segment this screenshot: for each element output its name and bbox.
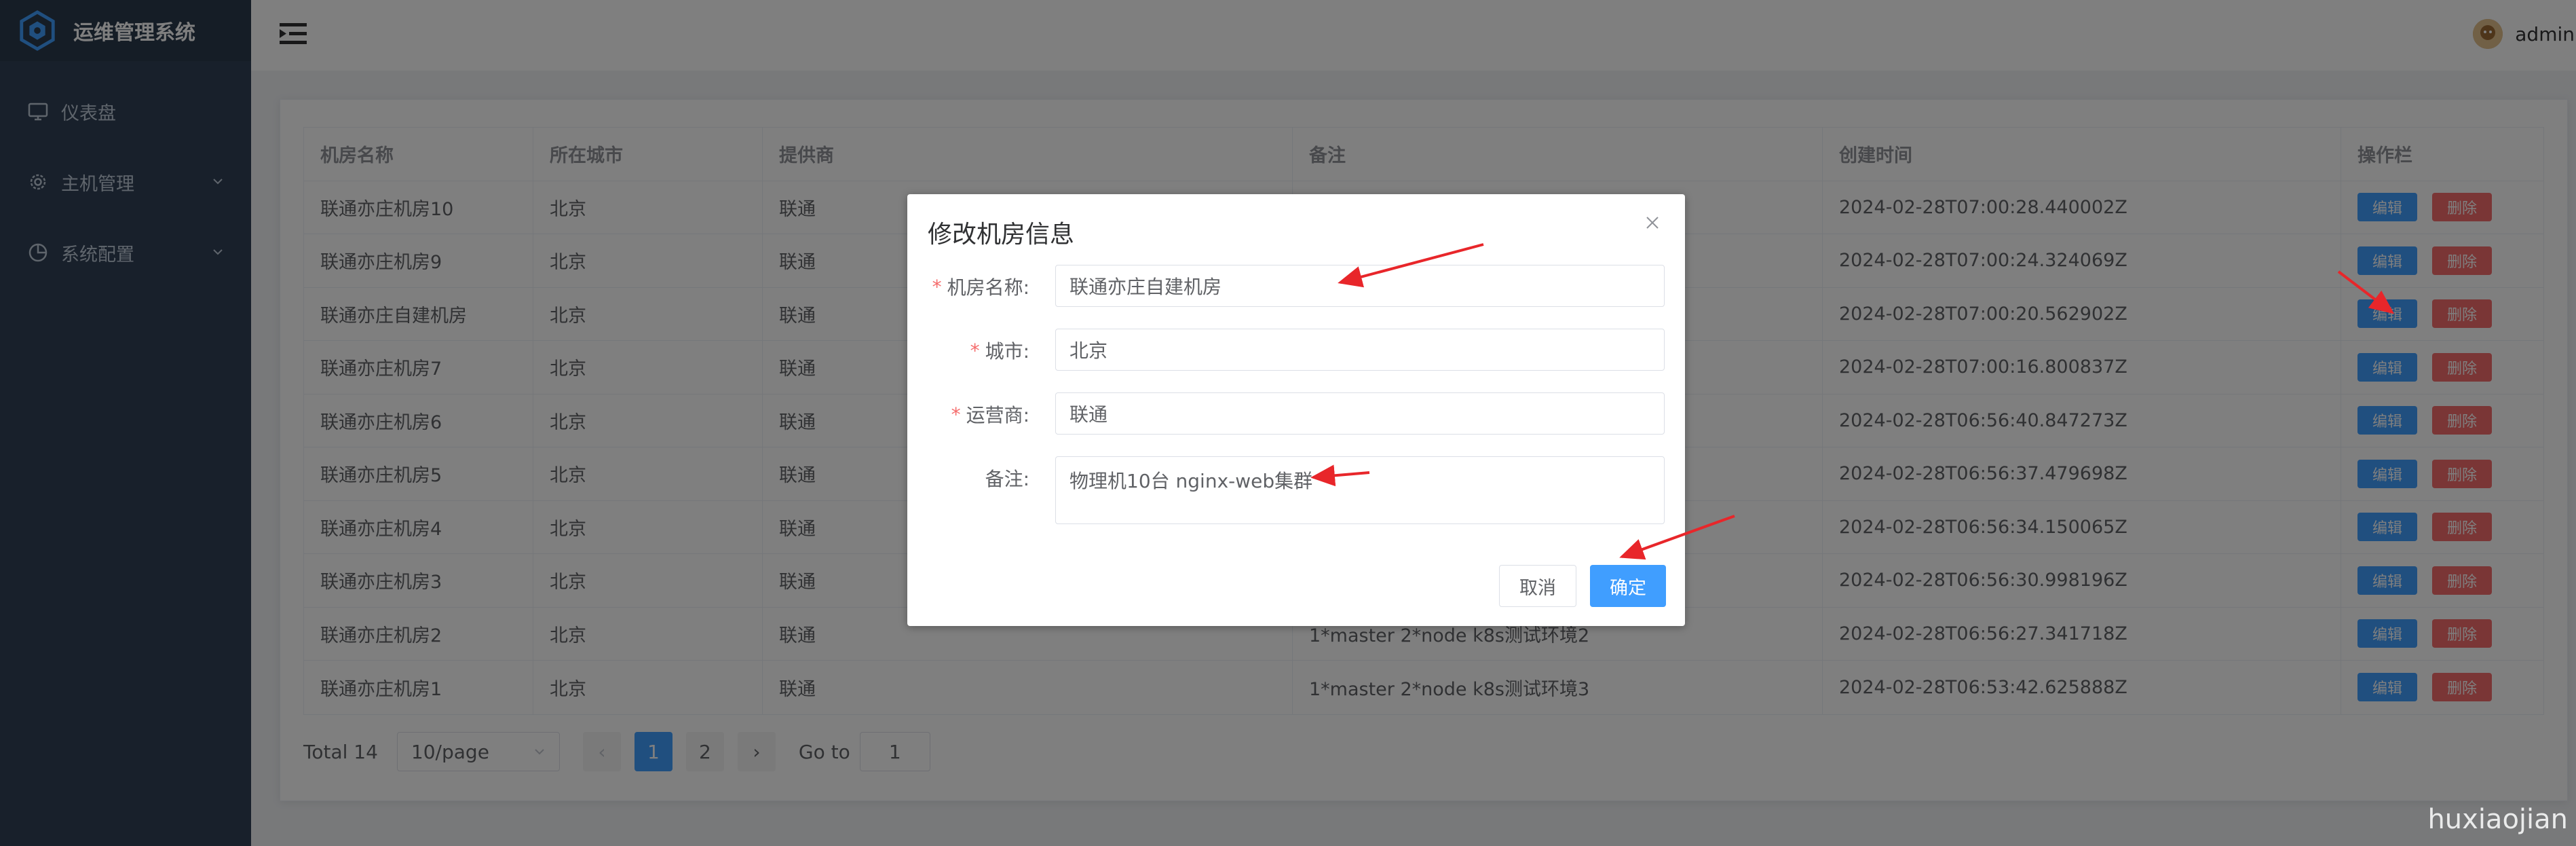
cancel-button[interactable]: 取消	[1499, 565, 1576, 607]
form-row-note: 备注: 物理机10台 nginx-web集群	[907, 456, 1685, 524]
form-row-provider: * 运营商: 联通	[907, 392, 1685, 436]
form-label-provider: * 运营商:	[951, 392, 1029, 436]
form-label-text: 备注:	[985, 468, 1029, 490]
form-label-name: * 机房名称:	[932, 265, 1029, 308]
note-textarea[interactable]: 物理机10台 nginx-web集群	[1055, 456, 1665, 524]
form-row-city: * 城市: 北京	[907, 329, 1685, 372]
required-mark: *	[951, 403, 961, 426]
watermark: huxiaojian	[2427, 804, 2568, 835]
provider-field[interactable]: 联通	[1055, 392, 1665, 435]
required-mark: *	[932, 275, 942, 298]
form-label-text: 机房名称:	[947, 276, 1029, 299]
close-icon[interactable]	[1640, 210, 1665, 235]
form-label-text: 城市:	[985, 340, 1029, 363]
form-label-note: 备注:	[985, 456, 1029, 500]
datacenter-name-field[interactable]: 联通亦庄自建机房	[1055, 265, 1665, 307]
form-row-name: * 机房名称: 联通亦庄自建机房	[907, 265, 1685, 308]
required-mark: *	[970, 339, 980, 362]
edit-datacenter-dialog: 修改机房信息 * 机房名称: 联通亦庄自建机房 * 城市: 北京 * 运营商: …	[907, 194, 1685, 626]
city-field[interactable]: 北京	[1055, 329, 1665, 371]
confirm-button[interactable]: 确定	[1590, 565, 1666, 607]
dialog-title: 修改机房信息	[928, 221, 1075, 249]
form-label-text: 运营商:	[966, 404, 1029, 426]
form-label-city: * 城市:	[970, 329, 1029, 372]
